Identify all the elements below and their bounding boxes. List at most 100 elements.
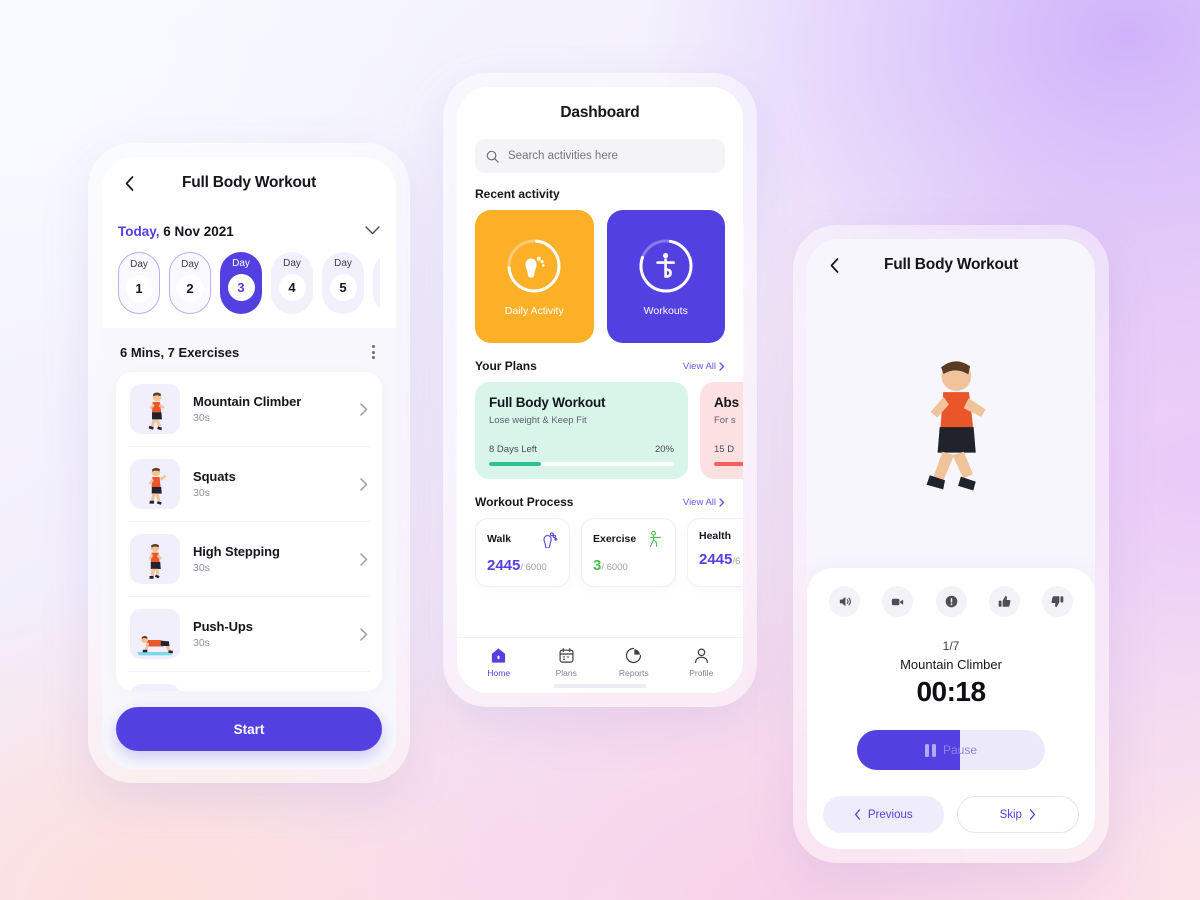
day-chip-6[interactable]: Day 6 xyxy=(373,252,380,314)
recent-activity-cards: Daily Activity Workouts xyxy=(475,210,725,343)
home-indicator xyxy=(554,684,646,688)
day-chip-3[interactable]: Day 3 xyxy=(220,252,262,314)
process-title: Workout Process xyxy=(475,495,574,509)
activity-card-workouts[interactable]: Workouts xyxy=(606,210,725,343)
exercise-counter: 1/7 xyxy=(942,639,960,653)
activity-card-daily-activity[interactable]: Daily Activity xyxy=(475,210,594,343)
speaker-button[interactable] xyxy=(829,586,860,617)
plan-progress-bar xyxy=(489,462,674,466)
tab-profile[interactable]: Profile xyxy=(668,647,736,678)
chevron-right-icon xyxy=(360,552,368,566)
day-chip-number: 4 xyxy=(278,274,306,301)
exercise-name: Squats xyxy=(193,469,236,485)
recent-activity-title: Recent activity xyxy=(475,187,560,201)
exercise-row-reverse-crunches[interactable]: Reverse Crunches 30s xyxy=(128,672,370,691)
exercise-list: Mountain Climber 30s Squats 30s High Ste… xyxy=(116,372,382,691)
kebab-menu-icon[interactable] xyxy=(369,342,378,362)
pie-chart-icon xyxy=(626,647,642,664)
stat-top: Walk xyxy=(487,530,558,548)
plans-view-all-label: View All xyxy=(682,360,716,372)
page-title: Full Body Workout xyxy=(181,174,317,191)
person-icon xyxy=(694,648,708,664)
stat-denominator: / 6000 xyxy=(520,562,547,573)
expand-calendar-button[interactable] xyxy=(365,222,380,240)
exercise-row-squats[interactable]: Squats 30s xyxy=(128,447,370,523)
mockup-stage: Full Body Workout Today, 6 Nov 2021 Day xyxy=(0,0,1200,900)
previous-label: Previous xyxy=(867,808,913,821)
stat-value: 2445 xyxy=(699,551,733,568)
plan-title: Full Body Workout xyxy=(489,395,606,410)
plan-percent: 20% xyxy=(654,444,674,455)
timer-block: 1/7 Mountain Climber 00:18 xyxy=(823,639,1079,708)
yoga-person-ring-icon xyxy=(639,239,693,293)
chevron-down-icon xyxy=(365,226,380,235)
plan-days-left: 15 D xyxy=(714,444,735,455)
exercise-thumbnail xyxy=(130,534,180,585)
day-chip-5[interactable]: Day 5 xyxy=(322,252,364,314)
previous-button[interactable]: Previous xyxy=(823,796,944,833)
chevron-right-icon xyxy=(360,627,368,641)
info-button[interactable] xyxy=(935,586,967,617)
stat-card-exercise[interactable]: Exercise 3/ 6000 xyxy=(581,518,676,587)
stat-top: Exercise xyxy=(593,530,664,548)
plans-view-all-button[interactable]: View All xyxy=(683,361,725,372)
back-button[interactable] xyxy=(823,254,845,276)
plan-card-full-body-workout[interactable]: Full Body Workout Lose weight & Keep Fit… xyxy=(475,382,688,479)
stat-card-walk[interactable]: Walk 2445/ 6000 xyxy=(475,518,570,587)
pause-icon xyxy=(924,743,936,757)
chevron-right-icon xyxy=(719,497,725,507)
tab-reports[interactable]: Reports xyxy=(600,647,668,678)
exercise-row-high-stepping[interactable]: High Stepping 30s xyxy=(128,522,370,598)
process-view-all-button[interactable]: View All xyxy=(683,497,725,508)
stat-denominator: /6 xyxy=(732,556,741,567)
plan-days-left: 8 Days Left xyxy=(489,444,538,455)
workout-summary-row: 6 Mins, 7 Exercises xyxy=(102,328,396,372)
day-chip-4[interactable]: Day 4 xyxy=(271,252,313,314)
chevron-right-icon xyxy=(719,361,725,371)
screen-workout-detail: Full Body Workout Today, 6 Nov 2021 Day xyxy=(102,157,396,769)
footprint-icon xyxy=(543,532,558,548)
day-chip-label: Day xyxy=(334,258,352,269)
plans-title: Your Plans xyxy=(475,359,537,373)
exercise-row-mountain-climber[interactable]: Mountain Climber 30s xyxy=(128,372,370,448)
tab-plans[interactable]: Plans xyxy=(533,647,601,678)
day-chip-2[interactable]: Day 2 xyxy=(169,252,211,314)
climber-pose-icon xyxy=(148,392,165,431)
plan-card-abs[interactable]: Abs For s 15 D xyxy=(700,382,743,479)
day-chip-list[interactable]: Day 1 Day 2 Day 3 Day 4 Day 5 xyxy=(118,252,380,314)
stat-value-row: 2445/ 6000 xyxy=(487,557,558,574)
footprint-ring-icon xyxy=(507,239,561,293)
search-input[interactable] xyxy=(508,150,714,162)
plan-footer: 8 Days Left 20% xyxy=(489,444,674,455)
start-button-wrap: Start xyxy=(102,691,396,769)
thumbs-up-button[interactable] xyxy=(988,586,1020,617)
skip-button[interactable]: Skip xyxy=(956,796,1079,833)
back-button[interactable] xyxy=(118,172,140,194)
day-chip-1[interactable]: Day 1 xyxy=(118,252,160,314)
activity-card-label: Daily Activity xyxy=(504,305,564,317)
day-chip-label: Day xyxy=(232,258,250,269)
tab-home[interactable]: Home xyxy=(465,647,533,678)
plan-footer: 15 D xyxy=(714,444,743,455)
thumbs-down-button[interactable] xyxy=(1042,586,1073,617)
stat-card-health[interactable]: Health 2445/6 xyxy=(687,518,743,587)
chevron-right-icon xyxy=(360,402,368,416)
pause-button[interactable]: Pause xyxy=(857,730,1045,770)
pause-label: Pause xyxy=(942,743,978,757)
tab-label: Profile xyxy=(689,668,714,678)
exercise-duration: 30s xyxy=(193,562,210,575)
day-chip-label: Day xyxy=(283,258,301,269)
date-row: Today, 6 Nov 2021 xyxy=(118,222,380,240)
chevron-left-icon xyxy=(125,175,133,191)
player-body: Full Body Workout 1/7 Mountain Climber 0… xyxy=(807,239,1095,849)
search-bar[interactable] xyxy=(475,139,725,173)
start-button[interactable]: Start xyxy=(116,707,382,751)
exercise-row-push-ups[interactable]: Push-Ups 30s xyxy=(128,597,370,673)
phone-workout-player: Full Body Workout 1/7 Mountain Climber 0… xyxy=(793,225,1109,863)
process-header: Workout Process View All xyxy=(475,495,725,509)
stretch-person-icon xyxy=(649,530,662,547)
stat-name: Exercise xyxy=(593,533,637,545)
exercise-thumbnail xyxy=(130,459,180,510)
video-button[interactable] xyxy=(882,586,914,617)
workout-detail-header: Full Body Workout xyxy=(102,157,396,209)
